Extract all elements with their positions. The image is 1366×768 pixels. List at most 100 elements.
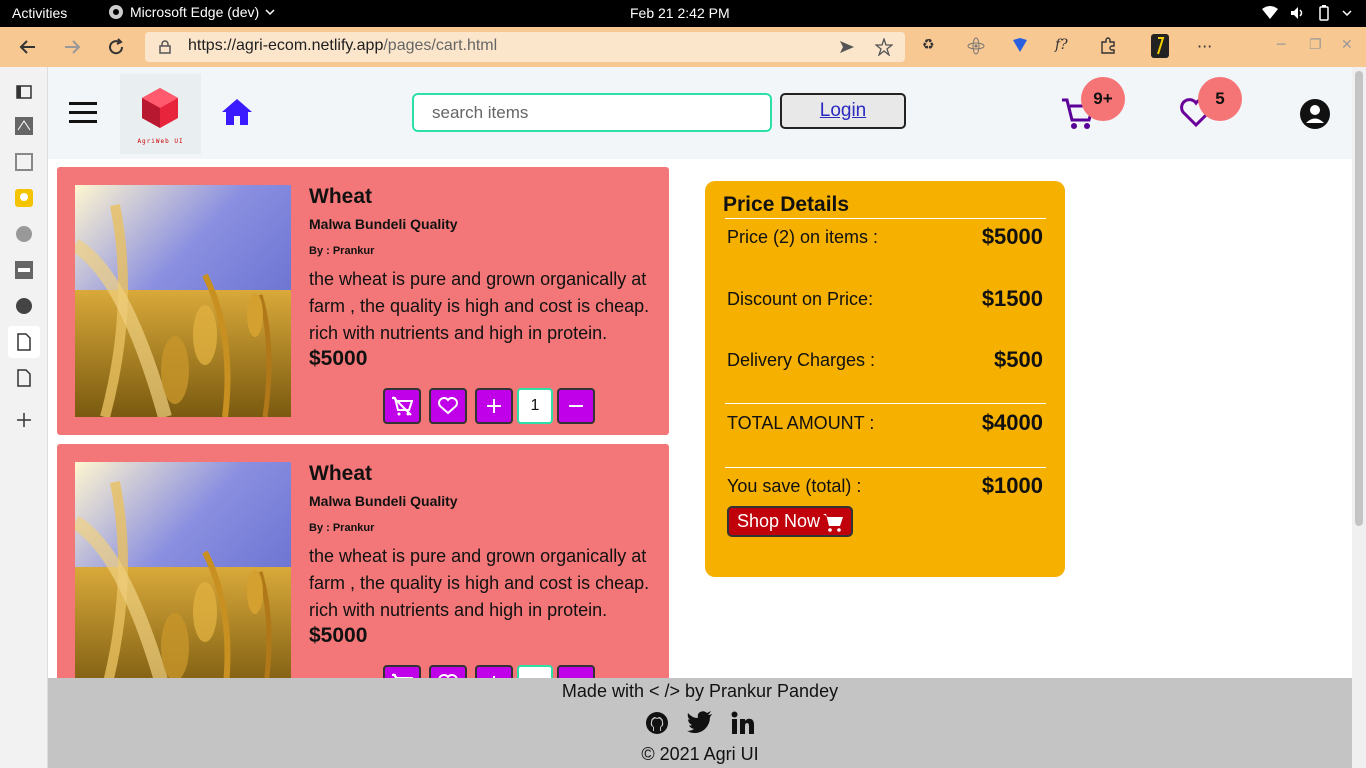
profile-extension-icon[interactable] [1150,33,1170,59]
product-seller: By : Prankur [309,245,375,257]
system-tray[interactable] [1262,5,1352,21]
shield-extension-icon[interactable] [1012,37,1028,53]
github-icon[interactable] [645,711,669,735]
cart-icon [823,513,844,532]
app-menu[interactable]: Microsoft Edge (dev) [108,4,275,20]
total-value: $4000 [981,410,1043,435]
made-with-text: Made with < /> by Prankur Pandey [561,681,839,701]
divider [725,218,1046,219]
move-to-wishlist-button[interactable] [429,388,467,424]
product-image-wheat [75,185,291,417]
price-details-title: Price Details [723,193,850,216]
function-extension-icon[interactable]: f? [1055,37,1068,53]
tab-favicon-icon[interactable] [8,146,40,178]
clock[interactable]: Feb 21 2:42 PM [630,5,730,21]
site-footer: Made with < /> by Prankur Pandey © 2021 … [48,678,1352,768]
tab-page-icon[interactable] [8,362,40,394]
site-navbar: AgriWeb UI Login 9+ 5 [48,67,1352,159]
active-tab-page-icon[interactable] [8,326,40,358]
github-tab-icon[interactable] [8,290,40,322]
plus-icon [487,399,501,413]
quantity-field[interactable]: 1 [517,388,553,424]
back-icon[interactable] [16,35,40,59]
recycle-extension-icon[interactable]: ♻ [922,37,935,53]
send-icon[interactable] [839,39,855,55]
vertical-tabs-sidebar [0,67,48,768]
increase-qty-button[interactable] [475,388,513,424]
lock-icon[interactable] [159,40,171,54]
tab-favicon-icon[interactable] [8,110,40,142]
new-tab-plus-icon[interactable] [8,404,40,436]
url-text[interactable]: https://agri-ecom.netlify.app/pages/cart… [188,37,497,55]
github-tab-icon[interactable] [8,218,40,250]
react-extension-icon[interactable] [967,37,985,55]
volume-icon [1290,6,1306,20]
page-scrollbar[interactable] [1352,67,1366,768]
remove-from-cart-button[interactable] [383,388,421,424]
more-options-icon[interactable]: ··· [1197,37,1212,56]
wifi-icon [1262,6,1278,20]
linkedin-icon[interactable] [731,711,755,735]
wishlist-count-badge: 5 [1198,77,1242,121]
scrollbar-thumb[interactable] [1355,71,1363,526]
decrease-qty-button[interactable] [557,388,595,424]
system-top-bar: Activities Microsoft Edge (dev) Feb 21 2… [0,0,1366,27]
minimize-icon[interactable]: ─ [1277,37,1285,53]
product-title: Wheat [309,462,372,485]
close-icon[interactable]: ✕ [1341,37,1353,53]
home-icon[interactable] [221,98,253,126]
power-menu-chevron-icon [1342,9,1352,17]
heart-outline-icon [438,397,458,415]
hamburger-menu-icon[interactable] [69,101,97,123]
product-price: $5000 [309,624,368,647]
favorite-add-icon[interactable] [875,38,893,56]
cart-item-card: Wheat Malwa Bundeli Quality By : Prankur… [57,167,669,435]
total-label: TOTAL AMOUNT : [727,413,875,433]
login-button[interactable]: Login [780,93,906,129]
address-bar[interactable]: https://agri-ecom.netlify.app/pages/cart… [145,32,905,62]
tab-favicon-icon[interactable] [8,182,40,214]
cart-count-badge: 9+ [1081,77,1125,121]
product-seller: By : Prankur [309,522,375,534]
page-viewport: AgriWeb UI Login 9+ 5 [48,67,1352,768]
browser-toolbar: https://agri-ecom.netlify.app/pages/cart… [0,27,1366,67]
divider [725,403,1046,404]
savings-value: $1000 [981,473,1043,498]
logo-cube-icon [142,88,178,128]
product-actions: 1 [383,388,623,424]
user-account-icon[interactable] [1299,98,1331,130]
chevron-down-icon [265,8,275,16]
activities-button[interactable]: Activities [12,5,67,21]
savings-label: You save (total) : [727,476,862,496]
remove-cart-icon [392,396,413,416]
logo-text: AgriWeb UI [137,138,184,145]
minus-icon [569,405,583,407]
shop-now-label: Shop Now [737,511,821,531]
tab-actions-icon[interactable] [8,76,40,108]
search-input[interactable] [412,93,772,132]
cart-item-card: Wheat Malwa Bundeli Quality By : Prankur… [57,444,669,712]
site-logo[interactable]: AgriWeb UI [120,74,201,154]
product-price: $5000 [309,347,368,370]
product-quality: Malwa Bundeli Quality [309,493,458,509]
tab-favicon-icon[interactable] [8,254,40,286]
forward-icon[interactable] [60,35,84,59]
refresh-icon[interactable] [104,35,128,59]
discount-value: $1500 [981,286,1043,311]
divider [725,467,1046,468]
product-description: the wheat is pure and grown organically … [309,269,650,343]
shop-now-button[interactable]: Shop Now [727,506,853,537]
extensions-puzzle-icon[interactable] [1099,37,1117,55]
price-items-value: $5000 [981,224,1043,249]
battery-icon [1318,5,1330,21]
twitter-icon[interactable] [687,711,713,735]
delivery-label: Delivery Charges : [727,350,876,370]
url-host: https://agri-ecom.netlify.app [188,37,384,54]
product-description: the wheat is pure and grown organically … [309,546,650,620]
delivery-value: $500 [994,347,1043,372]
product-quality: Malwa Bundeli Quality [309,216,458,232]
url-path: /pages/cart.html [383,37,498,54]
product-title: Wheat [309,185,372,208]
price-items-label: Price (2) on items : [727,227,879,247]
restore-icon[interactable]: ❐ [1309,37,1322,53]
